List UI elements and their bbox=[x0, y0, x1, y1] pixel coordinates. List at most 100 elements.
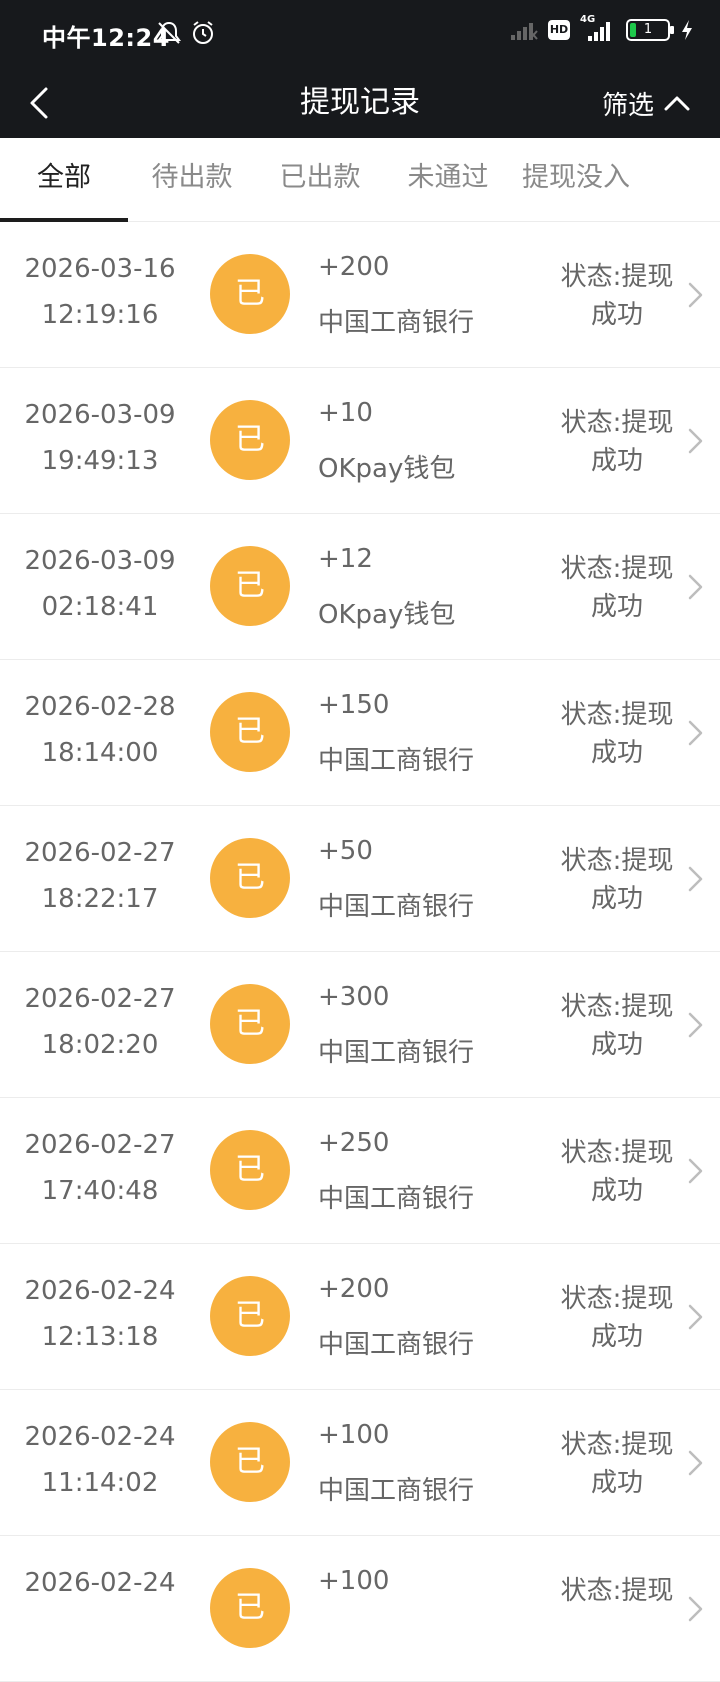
record-time: 17:40:48 bbox=[41, 1176, 159, 1206]
record-amount: +150 bbox=[318, 690, 390, 720]
record-status-line2: 成功 bbox=[590, 592, 643, 622]
record-amount: +12 bbox=[318, 544, 373, 574]
record-amount: +200 bbox=[318, 1274, 390, 1304]
record-status: 状态:提现 成功 bbox=[552, 404, 682, 480]
list-item[interactable]: 2026-02-27 18:22:17 已 +50 中国工商银行 状态:提现 成… bbox=[0, 806, 720, 952]
list-item[interactable]: 2026-02-28 18:14:00 已 +150 中国工商银行 状态:提现 … bbox=[0, 660, 720, 806]
record-date: 2026-02-24 bbox=[24, 1276, 176, 1306]
record-date: 2026-02-24 bbox=[24, 1422, 176, 1452]
record-amount: +100 bbox=[318, 1420, 390, 1450]
record-date: 2026-03-16 bbox=[24, 254, 176, 284]
status-left-icons bbox=[156, 20, 216, 46]
record-status-line2: 成功 bbox=[590, 1030, 643, 1060]
record-status: 状态:提现 成功 bbox=[552, 258, 682, 334]
record-status-line2: 成功 bbox=[590, 884, 643, 914]
list-item[interactable]: 2026-02-24 已 +100 状态:提现 bbox=[0, 1536, 720, 1682]
record-status-line1: 状态:提现 bbox=[560, 1576, 674, 1606]
status-badge: 已 bbox=[210, 400, 290, 480]
record-status: 状态:提现 bbox=[552, 1572, 682, 1610]
chevron-right-icon bbox=[688, 1596, 703, 1622]
withdrawal-record-list: 2026-03-16 12:19:16 已 +200 中国工商银行 状态:提现 … bbox=[0, 222, 720, 1682]
record-date: 2026-02-27 bbox=[24, 984, 176, 1014]
record-status: 状态:提现 成功 bbox=[552, 1280, 682, 1356]
record-time: 18:22:17 bbox=[41, 884, 159, 914]
list-item[interactable]: 2026-02-27 18:02:20 已 +300 中国工商银行 状态:提现 … bbox=[0, 952, 720, 1098]
record-channel: 中国工商银行 bbox=[318, 1476, 475, 1506]
record-amount: +50 bbox=[318, 836, 373, 866]
status-badge: 已 bbox=[210, 984, 290, 1064]
chevron-right-icon bbox=[688, 1304, 703, 1330]
status-badge: 已 bbox=[210, 1276, 290, 1356]
record-channel: 中国工商银行 bbox=[318, 892, 475, 922]
record-amount: +10 bbox=[318, 398, 373, 428]
charging-icon bbox=[682, 20, 692, 40]
record-channel: 中国工商银行 bbox=[318, 1330, 475, 1360]
filter-button[interactable]: 筛选 bbox=[602, 68, 690, 138]
record-time: 19:49:13 bbox=[41, 446, 159, 476]
status-badge: 已 bbox=[210, 1422, 290, 1502]
record-date: 2026-02-27 bbox=[24, 838, 176, 868]
tab-pending-payout[interactable]: 待出款 bbox=[128, 138, 256, 222]
record-status: 状态:提现 成功 bbox=[552, 842, 682, 918]
record-status-line1: 状态:提现 bbox=[560, 992, 674, 1022]
battery-icon: 1 bbox=[626, 19, 674, 41]
status-badge: 已 bbox=[210, 254, 290, 334]
list-item[interactable]: 2026-02-27 17:40:48 已 +250 中国工商银行 状态:提现 … bbox=[0, 1098, 720, 1244]
record-status-line2: 成功 bbox=[590, 446, 643, 476]
status-badge: 已 bbox=[210, 1130, 290, 1210]
record-time: 18:14:00 bbox=[41, 738, 159, 768]
tab-withdraw-unposted[interactable]: 提现没入 bbox=[512, 138, 640, 222]
record-time: 18:02:20 bbox=[41, 1030, 159, 1060]
record-time: 11:14:02 bbox=[41, 1468, 159, 1498]
record-status-line1: 状态:提现 bbox=[560, 1284, 674, 1314]
chevron-right-icon bbox=[688, 866, 703, 892]
record-status-line1: 状态:提现 bbox=[560, 846, 674, 876]
record-status-line1: 状态:提现 bbox=[560, 262, 674, 292]
record-status-line2: 成功 bbox=[590, 1468, 643, 1498]
record-status-line2: 成功 bbox=[590, 1176, 643, 1206]
signal-weak-icon bbox=[511, 23, 538, 40]
record-status: 状态:提现 成功 bbox=[552, 988, 682, 1064]
chevron-right-icon bbox=[688, 574, 703, 600]
list-item[interactable]: 2026-03-09 19:49:13 已 +10 OKpay钱包 状态:提现 … bbox=[0, 368, 720, 514]
record-status: 状态:提现 成功 bbox=[552, 1426, 682, 1502]
record-status-line1: 状态:提现 bbox=[560, 1138, 674, 1168]
tab-all[interactable]: 全部 bbox=[0, 138, 128, 222]
record-date: 2026-03-09 bbox=[24, 546, 176, 576]
chevron-right-icon bbox=[688, 1450, 703, 1476]
record-amount: +300 bbox=[318, 982, 390, 1012]
chevron-right-icon bbox=[688, 1012, 703, 1038]
status-right-icons: HD 4G 1 bbox=[510, 14, 694, 42]
record-date: 2026-02-24 bbox=[24, 1568, 176, 1598]
record-channel: 中国工商银行 bbox=[318, 308, 475, 338]
list-item[interactable]: 2026-03-16 12:19:16 已 +200 中国工商银行 状态:提现 … bbox=[0, 222, 720, 368]
status-badge: 已 bbox=[210, 692, 290, 772]
record-status-line1: 状态:提现 bbox=[560, 554, 674, 584]
record-status: 状态:提现 成功 bbox=[552, 1134, 682, 1210]
tab-paid-out[interactable]: 已出款 bbox=[256, 138, 384, 222]
list-item[interactable]: 2026-02-24 12:13:18 已 +200 中国工商银行 状态:提现 … bbox=[0, 1244, 720, 1390]
record-amount: +250 bbox=[318, 1128, 390, 1158]
hd-icon: HD bbox=[548, 20, 570, 40]
record-status-line1: 状态:提现 bbox=[560, 408, 674, 438]
record-amount: +200 bbox=[318, 252, 390, 282]
record-date: 2026-03-09 bbox=[24, 400, 176, 430]
chevron-right-icon bbox=[688, 720, 703, 746]
record-channel: 中国工商银行 bbox=[318, 1038, 475, 1068]
record-channel: 中国工商银行 bbox=[318, 746, 475, 776]
mute-icon bbox=[157, 21, 181, 44]
list-item[interactable]: 2026-02-24 11:14:02 已 +100 中国工商银行 状态:提现 … bbox=[0, 1390, 720, 1536]
record-amount: +100 bbox=[318, 1566, 390, 1596]
record-channel: 中国工商银行 bbox=[318, 1184, 475, 1214]
back-button[interactable] bbox=[22, 80, 66, 126]
list-item[interactable]: 2026-03-09 02:18:41 已 +12 OKpay钱包 状态:提现 … bbox=[0, 514, 720, 660]
status-bar: 中午12:24 HD 4G 1 bbox=[0, 0, 720, 68]
signal-4g-icon: 4G bbox=[580, 14, 616, 42]
record-status-line2: 成功 bbox=[590, 1322, 643, 1352]
battery-level: 1 bbox=[643, 22, 653, 37]
record-channel: OKpay钱包 bbox=[318, 454, 456, 484]
tab-rejected[interactable]: 未通过 bbox=[384, 138, 512, 222]
alarm-icon bbox=[193, 21, 213, 44]
record-status-line2: 成功 bbox=[590, 738, 643, 768]
record-status: 状态:提现 成功 bbox=[552, 696, 682, 772]
